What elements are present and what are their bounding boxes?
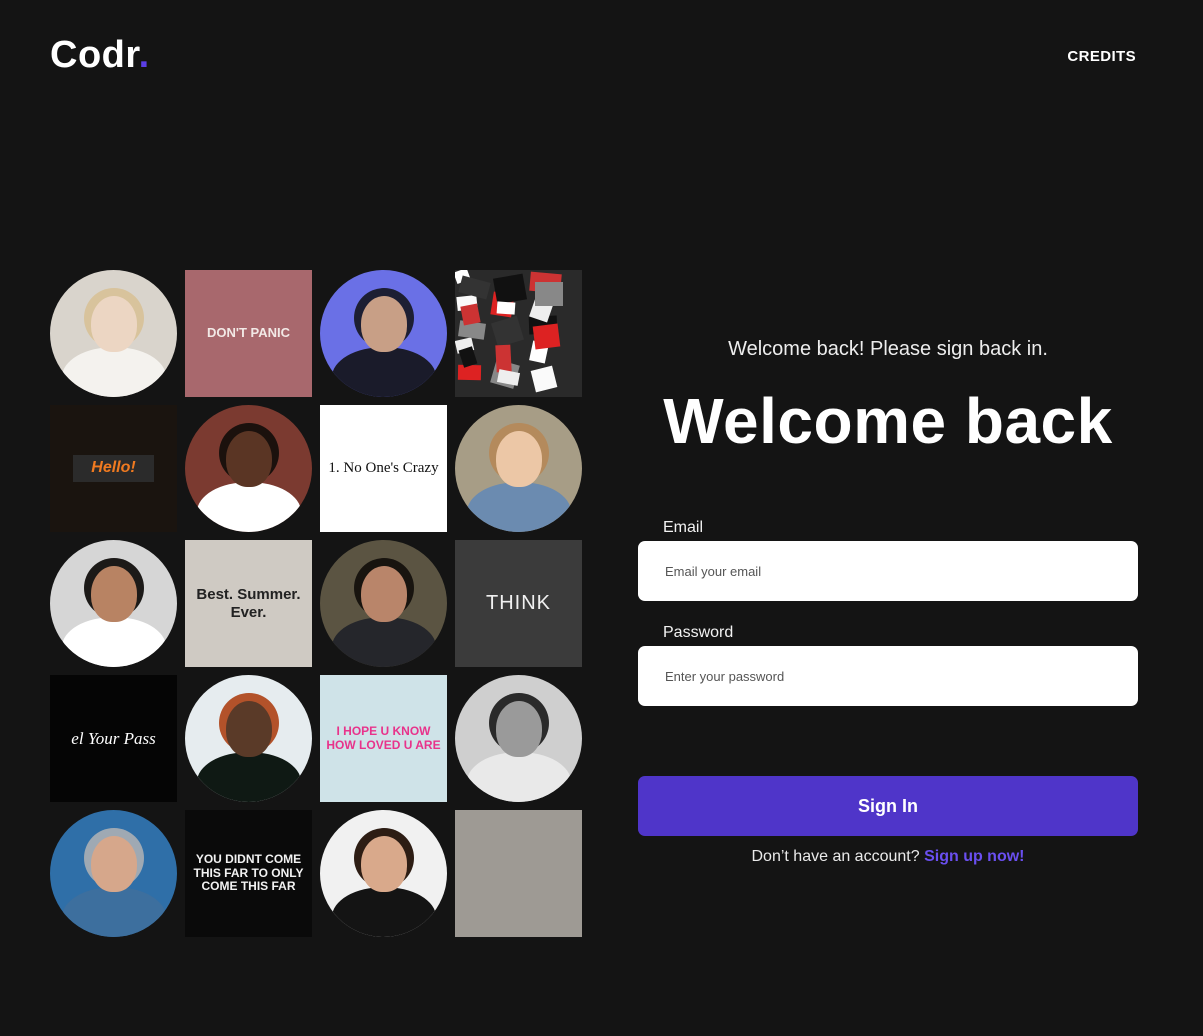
logo-text: Codr [50,34,139,76]
sticker [492,273,528,305]
gallery-portrait [320,810,447,937]
signup-prompt: Don’t have an account? [751,848,920,865]
tile-caption: el Your Pass [71,728,156,748]
sticker [457,364,482,381]
portrait-face [90,836,137,892]
portrait-face [90,296,137,352]
tile-caption: 1. No One's Crazy [328,459,439,476]
sticker [490,315,525,348]
portrait-shoulders [196,752,301,802]
portrait-shoulders [331,347,436,397]
tile-caption: I HOPE U KNOW HOW LOVED U ARE [326,723,441,752]
gallery-portrait [455,405,582,532]
sticker [535,282,563,306]
gallery-portrait [185,675,312,802]
portrait-shoulders [466,482,571,532]
gallery-quote-tile: el Your Pass [50,675,177,802]
portrait-face [495,431,542,487]
gallery-portrait [50,270,177,397]
email-input[interactable] [638,541,1138,601]
tile-caption: Best. Summer. Ever. [196,586,301,621]
gallery-portrait [320,270,447,397]
portrait-shoulders [331,887,436,937]
portrait-shoulders [196,482,301,532]
sticker [460,303,481,326]
credits-link[interactable]: CREDITS [1067,48,1136,65]
sign-in-button[interactable]: Sign In [638,776,1138,836]
gallery-quote-tile: DON'T PANIC [185,270,312,397]
password-label: Password [663,624,734,641]
tile-caption: DON'T PANIC [206,325,290,341]
sign-up-link[interactable]: Sign up now! [924,848,1024,865]
gallery-portrait [50,540,177,667]
sticker [530,365,558,393]
email-label: Email [663,519,704,536]
portrait-face [360,836,407,892]
tile-caption: YOU DIDNT COME THIS FAR TO ONLY COME THI… [193,851,304,894]
signup-row: Don’t have an account? Sign up now! [638,848,1138,866]
portrait-face [360,566,407,622]
portrait-shoulders [61,617,166,667]
portrait-face [225,701,272,757]
logo-dot: . [138,34,150,76]
gallery-quote-tile: YOU DIDNT COME THIS FAR TO ONLY COME THI… [185,810,312,937]
image-gallery: DON'T PANIC Hello! 1. No One's Crazy Best. … [50,270,582,937]
portrait-shoulders [331,617,436,667]
gallery-portrait [455,675,582,802]
portrait-face [225,431,272,487]
portrait-face [495,701,542,757]
portrait-shoulders [466,752,571,802]
portrait-face [360,296,407,352]
tile-caption [515,870,523,878]
gallery-sticker-collage [455,270,582,397]
welcome-subtitle: Welcome back! Please sign back in. [728,338,1048,360]
gallery-portrait [50,810,177,937]
gallery-quote-tile: Hello! [50,405,177,532]
portrait-shoulders [61,887,166,937]
welcome-title: Welcome back [663,385,1113,457]
logo[interactable]: Codr. [50,34,150,77]
tile-caption: Hello! [73,455,154,482]
portrait-shoulders [61,347,166,397]
gallery-quote-tile: I HOPE U KNOW HOW LOVED U ARE [320,675,447,802]
gallery-quote-tile: THINK [455,540,582,667]
tile-caption: THINK [486,592,551,614]
gallery-quote-tile [455,810,582,937]
gallery-quote-tile: 1. No One's Crazy [320,405,447,532]
sticker [496,301,516,315]
portrait-face [90,566,137,622]
sticker [495,344,512,373]
gallery-quote-tile: Best. Summer. Ever. [185,540,312,667]
password-input[interactable] [638,646,1138,706]
sticker [532,323,561,350]
gallery-portrait [185,405,312,532]
gallery-portrait [320,540,447,667]
